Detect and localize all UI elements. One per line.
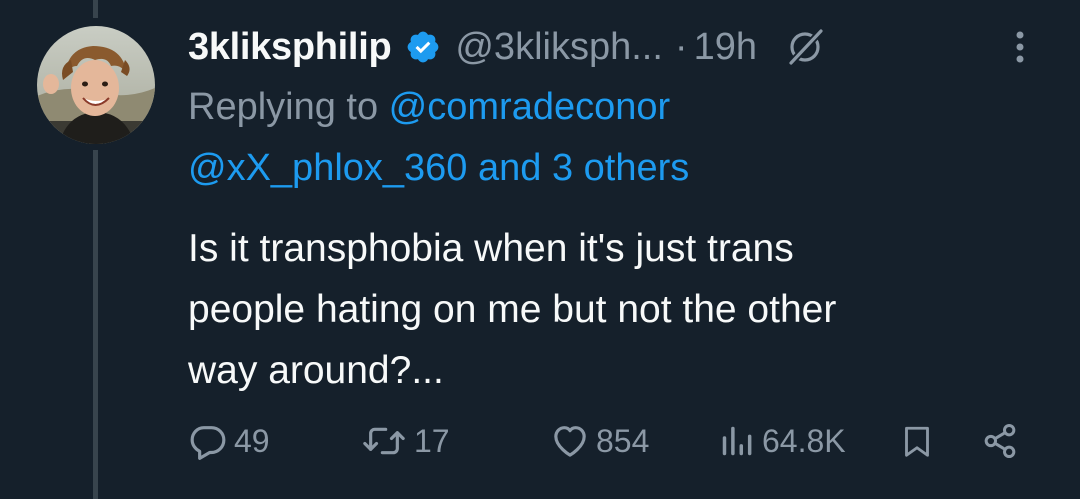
like-button[interactable]: 854 xyxy=(550,416,649,466)
reply-count: 49 xyxy=(234,422,270,459)
tweet-text: Is it transphobia when it's just trans p… xyxy=(188,218,1048,401)
retweet-count: 17 xyxy=(414,422,450,459)
thread-line-top xyxy=(93,0,98,18)
like-icon xyxy=(550,421,590,461)
more-vertical-icon[interactable] xyxy=(1005,22,1035,72)
like-count: 854 xyxy=(596,422,650,459)
action-bar: 49 17 854 64.8K xyxy=(0,416,1080,466)
bookmark-button[interactable] xyxy=(899,416,935,466)
grok-icon[interactable] xyxy=(785,27,825,67)
views-button[interactable]: 64.8K xyxy=(718,416,846,466)
replying-prefix: Replying to xyxy=(188,86,389,128)
tweet-text-line: Is it transphobia when it's just trans xyxy=(188,227,794,270)
tweet-header: 3kliksphilip @3kliksph... · 19h xyxy=(188,22,1048,72)
replying-to: Replying to @comradeconor xyxy=(188,86,670,129)
reply-icon xyxy=(188,421,228,461)
replying-user-link[interactable]: @comradeconor xyxy=(389,86,670,128)
reply-button[interactable]: 49 xyxy=(188,416,270,466)
views-icon xyxy=(718,421,756,461)
avatar[interactable] xyxy=(37,26,155,144)
user-handle[interactable]: @3kliksph... xyxy=(455,26,663,69)
tweet-text-line: way around?... xyxy=(188,349,444,392)
separator-dot: · xyxy=(674,25,688,68)
share-button[interactable] xyxy=(980,416,1020,466)
views-count: 64.8K xyxy=(762,422,846,459)
verified-badge-icon xyxy=(405,29,441,65)
timestamp[interactable]: 19h xyxy=(694,26,757,69)
retweet-button[interactable]: 17 xyxy=(360,416,450,466)
share-icon xyxy=(980,421,1020,461)
tweet-text-line: people hating on me but not the other xyxy=(188,288,837,331)
replying-more-link[interactable]: @xX_phlox_360 and 3 others xyxy=(188,147,689,190)
bookmark-icon xyxy=(899,421,935,461)
retweet-icon xyxy=(360,421,408,461)
display-name[interactable]: 3kliksphilip xyxy=(188,26,392,69)
